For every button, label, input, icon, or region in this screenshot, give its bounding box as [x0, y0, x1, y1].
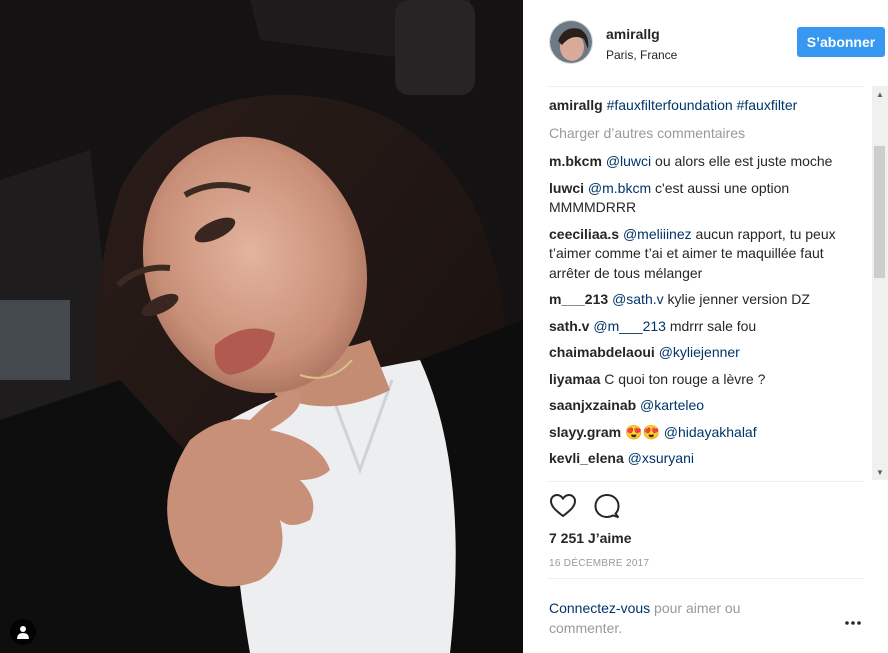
- login-divider: [547, 578, 863, 579]
- comment-item: kevli_elena @xsuryani: [549, 449, 865, 469]
- comment-text: mdrrr sale fou: [665, 317, 757, 334]
- post-date: 16 DÉCEMBRE 2017: [549, 558, 650, 569]
- comment-username[interactable]: sath.v: [549, 318, 589, 334]
- comment-mention[interactable]: @sath.v: [612, 291, 664, 307]
- comment-mention[interactable]: @karteleo: [640, 397, 704, 413]
- caption: amirallg #fauxfilterfoundation #fauxfilt…: [549, 96, 865, 116]
- more-options-button[interactable]: [843, 614, 863, 632]
- comment-username[interactable]: luwci: [549, 180, 584, 196]
- comment-item: chaimabdelaoui @kyliejenner: [549, 343, 865, 363]
- comment-mention[interactable]: @kyliejenner: [659, 344, 740, 360]
- comment-text: c'est aussi une option MMMMDRRR: [549, 179, 790, 216]
- comment-item: m.bkcm @luwci ou alors elle est juste mo…: [549, 152, 865, 172]
- comment-username[interactable]: m___213: [549, 291, 608, 307]
- scroll-down-arrow-icon[interactable]: ▼: [872, 464, 888, 480]
- caption-username[interactable]: amirallg: [549, 97, 603, 113]
- comment-username[interactable]: ceeciliaa.s: [549, 226, 619, 242]
- comment-item: luwci @m.bkcm c'est aussi une option MMM…: [549, 179, 865, 218]
- post-username[interactable]: amirallg: [606, 26, 660, 42]
- comment-item: m___213 @sath.v kylie jenner version DZ: [549, 290, 865, 310]
- scrollbar-thumb[interactable]: [874, 146, 885, 278]
- comment-mention[interactable]: @luwci: [606, 153, 651, 169]
- header-divider: [547, 86, 863, 87]
- hashtag-link[interactable]: #fauxfilter: [737, 97, 798, 113]
- more-options-icon: [845, 621, 861, 625]
- comment-text: ou alors elle est juste moche: [651, 153, 833, 169]
- post-header: amirallg Paris, France S’abonner: [547, 16, 885, 70]
- login-prompt: Connectez-vous pour aimer ou commenter.: [549, 598, 789, 638]
- heart-icon: [549, 493, 577, 518]
- comment-item: ceeciliaa.s @meliiinez aucun rapport, tu…: [549, 225, 865, 284]
- comment-item: liyamaa C quoi ton rouge a lèvre ?: [549, 370, 865, 390]
- load-more-comments-link[interactable]: Charger d’autres commentaires: [549, 124, 865, 144]
- comment-mention[interactable]: @hidayakhalaf: [664, 424, 757, 440]
- comment-button[interactable]: [593, 492, 621, 520]
- comment-text: kylie jenner version DZ: [663, 291, 810, 307]
- avatar[interactable]: [549, 20, 593, 64]
- comment-username[interactable]: liyamaa: [549, 371, 600, 387]
- comment-item: sath.v @m___213 mdrrr sale fou: [549, 317, 865, 337]
- comment-mention[interactable]: @xsuryani: [628, 450, 694, 466]
- comment-username[interactable]: chaimabdelaoui: [549, 344, 655, 360]
- comment-icon: [594, 494, 620, 518]
- comments-list: amirallg #fauxfilterfoundation #fauxfilt…: [549, 96, 865, 482]
- comment-text: 😍😍: [625, 423, 664, 440]
- login-link[interactable]: Connectez-vous: [549, 600, 650, 616]
- comment-username[interactable]: saanjxzainab: [549, 397, 636, 413]
- user-tag-button[interactable]: [10, 619, 36, 645]
- comment-mention[interactable]: @meliiinez: [623, 226, 692, 242]
- post-photo[interactable]: [0, 0, 523, 653]
- comment-mention[interactable]: @m.bkcm: [588, 180, 651, 196]
- comment-username[interactable]: m.bkcm: [549, 153, 602, 169]
- comment-item: slayy.gram 😍😍 @hidayakhalaf: [549, 423, 865, 443]
- post-location[interactable]: Paris, France: [606, 48, 677, 62]
- user-tag-icon: [17, 626, 29, 639]
- follow-button[interactable]: S’abonner: [797, 27, 885, 57]
- actions-divider: [547, 481, 863, 482]
- comment-text: C quoi ton rouge a lèvre ?: [604, 370, 766, 387]
- comment-username[interactable]: kevli_elena: [549, 450, 624, 466]
- like-button[interactable]: [549, 492, 577, 520]
- hashtag-link[interactable]: #fauxfilterfoundation: [607, 97, 733, 113]
- comment-mention[interactable]: @m___213: [593, 318, 666, 334]
- avatar-image: [550, 21, 592, 63]
- selfie-illustration: [0, 0, 523, 653]
- likes-count[interactable]: 7 251 J’aime: [549, 530, 632, 546]
- comment-username[interactable]: slayy.gram: [549, 424, 621, 440]
- scroll-up-arrow-icon[interactable]: ▲: [872, 86, 888, 102]
- comments-scrollbar[interactable]: ▲ ▼: [872, 86, 888, 480]
- comment-item: saanjxzainab @karteleo: [549, 396, 865, 416]
- post-side-panel: amirallg Paris, France S’abonner amirall…: [523, 0, 888, 653]
